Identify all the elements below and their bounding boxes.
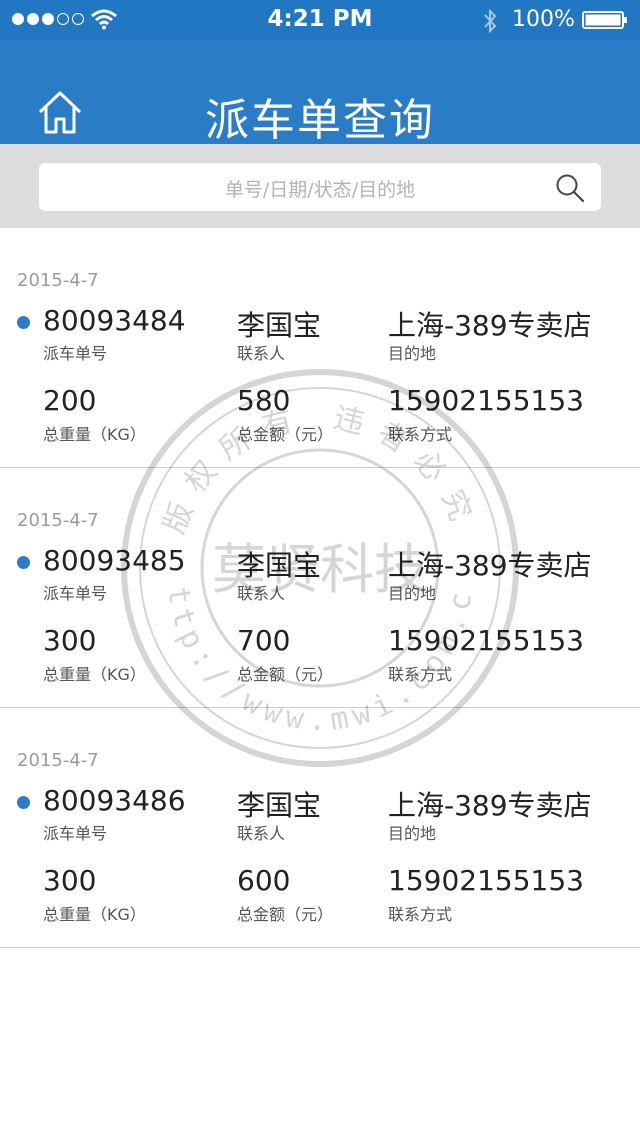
- contact-name: 李国宝: [237, 789, 322, 822]
- order-date: 2015-4-7: [17, 750, 99, 771]
- destination: 上海-389专卖店: [388, 789, 592, 822]
- bluetooth-icon: [484, 8, 497, 34]
- nav-bar: 派车单查询: [0, 40, 640, 146]
- total-amount-label: 总金额（元）: [237, 665, 334, 684]
- contact-label: 联系人: [237, 824, 286, 843]
- search-icon[interactable]: [555, 173, 585, 203]
- total-weight: 300: [43, 864, 97, 897]
- contact-phone-label: 联系方式: [388, 425, 453, 444]
- destination-label: 目的地: [388, 344, 437, 363]
- total-amount: 600: [237, 864, 291, 897]
- order-bullet: [17, 556, 30, 569]
- contact-name: 李国宝: [237, 549, 322, 582]
- contact-phone: 15902155153: [388, 624, 584, 657]
- status-bar: 4:21 PM 100%: [0, 0, 640, 40]
- contact-name: 李国宝: [237, 309, 322, 342]
- total-amount-label: 总金额（元）: [237, 425, 334, 444]
- destination: 上海-389专卖店: [388, 549, 592, 582]
- destination-label: 目的地: [388, 824, 437, 843]
- contact-phone-label: 联系方式: [388, 665, 453, 684]
- total-amount: 700: [237, 624, 291, 657]
- contact-label: 联系人: [237, 344, 286, 363]
- total-weight-label: 总重量（KG）: [43, 665, 146, 684]
- order-number-label: 派车单号: [43, 824, 108, 843]
- order-number: 80093484: [43, 304, 186, 337]
- order-date: 2015-4-7: [17, 270, 99, 291]
- battery-percent: 100%: [512, 7, 575, 32]
- battery-icon: [582, 11, 627, 29]
- order-item[interactable]: 2015-4-7 80093486 派车单号 李国宝 联系人 上海-389专卖店…: [0, 708, 640, 948]
- order-number: 80093485: [43, 544, 186, 577]
- total-amount: 580: [237, 384, 291, 417]
- order-bullet: [17, 316, 30, 329]
- contact-phone: 15902155153: [388, 384, 584, 417]
- search-input[interactable]: 单号/日期/状态/目的地: [39, 163, 601, 211]
- total-weight-label: 总重量（KG）: [43, 425, 146, 444]
- search-bar: 单号/日期/状态/目的地: [0, 144, 640, 228]
- total-weight: 200: [43, 384, 97, 417]
- contact-phone: 15902155153: [388, 864, 584, 897]
- destination-label: 目的地: [388, 584, 437, 603]
- total-weight: 300: [43, 624, 97, 657]
- order-item[interactable]: 2015-4-7 80093485 派车单号 李国宝 联系人 上海-389专卖店…: [0, 468, 640, 708]
- total-amount-label: 总金额（元）: [237, 905, 334, 924]
- order-item[interactable]: 2015-4-7 80093484 派车单号 李国宝 联系人 上海-389专卖店…: [0, 228, 640, 468]
- order-bullet: [17, 796, 30, 809]
- page-title: 派车单查询: [205, 95, 435, 146]
- total-weight-label: 总重量（KG）: [43, 905, 146, 924]
- contact-label: 联系人: [237, 584, 286, 603]
- order-number-label: 派车单号: [43, 584, 108, 603]
- order-number-label: 派车单号: [43, 344, 108, 363]
- order-list: 2015-4-7 80093484 派车单号 李国宝 联系人 上海-389专卖店…: [0, 228, 640, 948]
- order-number: 80093486: [43, 784, 186, 817]
- order-date: 2015-4-7: [17, 510, 99, 531]
- contact-phone-label: 联系方式: [388, 905, 453, 924]
- destination: 上海-389专卖店: [388, 309, 592, 342]
- search-placeholder: 单号/日期/状态/目的地: [224, 179, 416, 201]
